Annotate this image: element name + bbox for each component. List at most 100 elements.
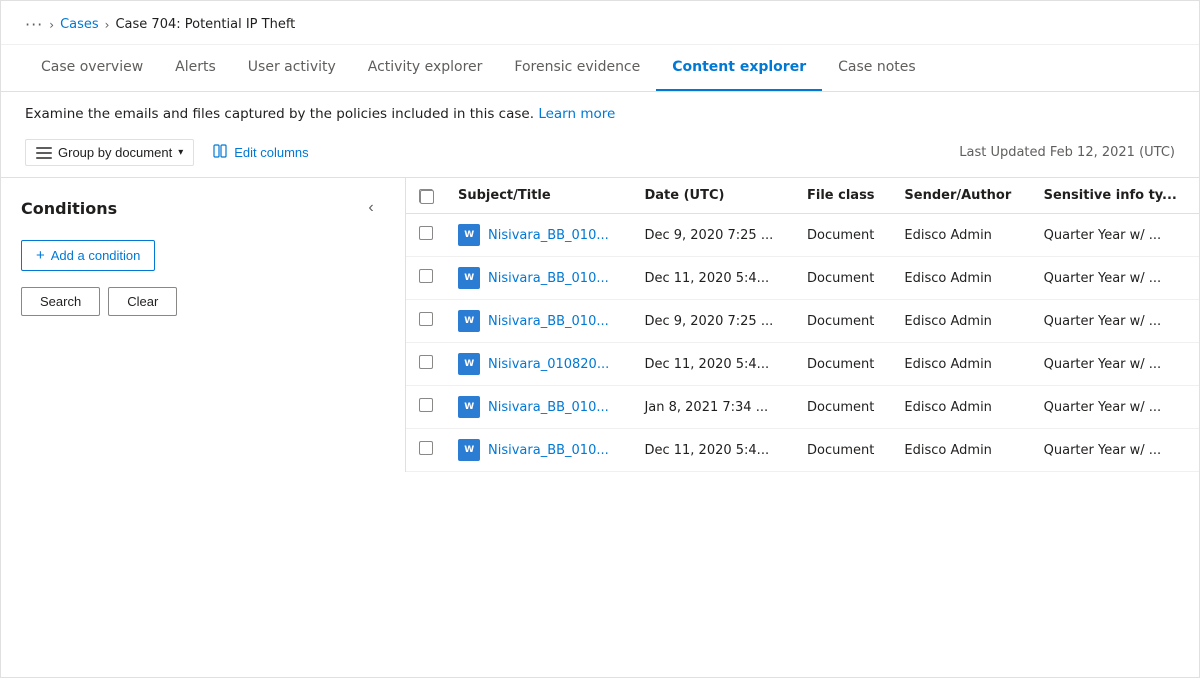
tab-user-activity[interactable]: User activity — [232, 45, 352, 91]
nav-tabs: Case overview Alerts User activity Activ… — [1, 45, 1199, 92]
subject-title[interactable]: Nisivara_010820... — [488, 357, 609, 372]
add-condition-button[interactable]: + Add a condition — [21, 240, 155, 271]
th-sensitive: Sensitive info ty... — [1032, 178, 1199, 214]
row-date: Dec 11, 2020 5:4... — [632, 429, 795, 472]
plus-icon: + — [36, 247, 45, 264]
description-text: Examine the emails and files captured by… — [25, 106, 534, 122]
th-subject: Subject/Title — [446, 178, 632, 214]
condition-buttons: Search Clear — [21, 287, 385, 316]
search-button[interactable]: Search — [21, 287, 100, 316]
th-checkbox[interactable] — [406, 178, 446, 214]
table-header-row: Subject/Title Date (UTC) File class Send… — [406, 178, 1199, 214]
row-sensitive-type: Quarter Year w/ ... — [1032, 386, 1199, 429]
tab-content-explorer[interactable]: Content explorer — [656, 45, 822, 91]
row-sensitive-type: Quarter Year w/ ... — [1032, 343, 1199, 386]
table-row[interactable]: W Nisivara_BB_010... Dec 9, 2020 7:25 ..… — [406, 300, 1199, 343]
table-row[interactable]: W Nisivara_BB_010... Dec 11, 2020 5:4...… — [406, 257, 1199, 300]
row-date: Dec 9, 2020 7:25 ... — [632, 300, 795, 343]
add-condition-label: Add a condition — [51, 248, 141, 263]
th-file-class: File class — [795, 178, 892, 214]
toolbar-left: Group by document ▾ Edit columns — [25, 138, 315, 167]
toolbar: Group by document ▾ Edit columns Last Up… — [1, 132, 1199, 177]
word-file-icon: W — [458, 224, 480, 246]
breadcrumb-current: Case 704: Potential IP Theft — [115, 17, 295, 32]
row-date: Dec 11, 2020 5:4... — [632, 343, 795, 386]
row-subject[interactable]: W Nisivara_BB_010... — [446, 429, 632, 472]
edit-columns-label: Edit columns — [234, 145, 308, 160]
row-file-class: Document — [795, 429, 892, 472]
tab-forensic-evidence[interactable]: Forensic evidence — [498, 45, 656, 91]
conditions-collapse-button[interactable]: ‹ — [357, 194, 385, 222]
row-sender: Edisco Admin — [892, 429, 1031, 472]
tab-case-notes[interactable]: Case notes — [822, 45, 932, 91]
row-sender: Edisco Admin — [892, 386, 1031, 429]
word-file-icon: W — [458, 439, 480, 461]
subject-title[interactable]: Nisivara_BB_010... — [488, 443, 609, 458]
description-bar: Examine the emails and files captured by… — [1, 92, 1199, 132]
th-date: Date (UTC) — [632, 178, 795, 214]
tab-alerts[interactable]: Alerts — [159, 45, 232, 91]
row-sensitive-type: Quarter Year w/ ... — [1032, 429, 1199, 472]
page-wrapper: ··· › Cases › Case 704: Potential IP The… — [0, 0, 1200, 678]
th-sender: Sender/Author — [892, 178, 1031, 214]
table-row[interactable]: W Nisivara_BB_010... Jan 8, 2021 7:34 ..… — [406, 386, 1199, 429]
conditions-panel: Conditions ‹ + Add a condition Search Cl… — [1, 178, 406, 472]
clear-button[interactable]: Clear — [108, 287, 177, 316]
conditions-header: Conditions ‹ — [21, 194, 385, 222]
breadcrumb-chevron-2: › — [105, 18, 110, 32]
learn-more-link[interactable]: Learn more — [538, 106, 615, 122]
word-file-icon: W — [458, 267, 480, 289]
row-date: Dec 11, 2020 5:4... — [632, 257, 795, 300]
edit-columns-button[interactable]: Edit columns — [206, 138, 314, 167]
subject-title[interactable]: Nisivara_BB_010... — [488, 400, 609, 415]
row-checkbox-cell[interactable] — [406, 343, 446, 386]
row-checkbox-cell[interactable] — [406, 214, 446, 257]
row-sender: Edisco Admin — [892, 300, 1031, 343]
conditions-title: Conditions — [21, 199, 117, 218]
row-subject[interactable]: W Nisivara_BB_010... — [446, 386, 632, 429]
row-checkbox-cell[interactable] — [406, 386, 446, 429]
word-file-icon: W — [458, 353, 480, 375]
list-icon — [36, 146, 52, 160]
table-body: W Nisivara_BB_010... Dec 9, 2020 7:25 ..… — [406, 214, 1199, 472]
chevron-down-icon: ▾ — [178, 147, 183, 158]
row-checkbox-cell[interactable] — [406, 257, 446, 300]
header-checkbox[interactable] — [419, 189, 433, 203]
row-file-class: Document — [795, 386, 892, 429]
tab-activity-explorer[interactable]: Activity explorer — [352, 45, 499, 91]
row-subject[interactable]: W Nisivara_BB_010... — [446, 300, 632, 343]
row-sender: Edisco Admin — [892, 343, 1031, 386]
row-sensitive-type: Quarter Year w/ ... — [1032, 257, 1199, 300]
data-table: Subject/Title Date (UTC) File class Send… — [406, 178, 1199, 472]
word-file-icon: W — [458, 396, 480, 418]
row-sender: Edisco Admin — [892, 257, 1031, 300]
row-subject[interactable]: W Nisivara_BB_010... — [446, 214, 632, 257]
row-date: Jan 8, 2021 7:34 ... — [632, 386, 795, 429]
table-area: Subject/Title Date (UTC) File class Send… — [406, 178, 1199, 472]
edit-columns-icon — [212, 143, 228, 162]
table-row[interactable]: W Nisivara_BB_010... Dec 11, 2020 5:4...… — [406, 429, 1199, 472]
row-file-class: Document — [795, 257, 892, 300]
row-date: Dec 9, 2020 7:25 ... — [632, 214, 795, 257]
row-file-class: Document — [795, 214, 892, 257]
tab-case-overview[interactable]: Case overview — [25, 45, 159, 91]
table-row[interactable]: W Nisivara_010820... Dec 11, 2020 5:4...… — [406, 343, 1199, 386]
last-updated: Last Updated Feb 12, 2021 (UTC) — [959, 145, 1175, 160]
word-file-icon: W — [458, 310, 480, 332]
row-checkbox-cell[interactable] — [406, 429, 446, 472]
row-subject[interactable]: W Nisivara_BB_010... — [446, 257, 632, 300]
row-checkbox-cell[interactable] — [406, 300, 446, 343]
subject-title[interactable]: Nisivara_BB_010... — [488, 271, 609, 286]
breadcrumb: ··· › Cases › Case 704: Potential IP The… — [1, 1, 1199, 45]
group-by-document-button[interactable]: Group by document ▾ — [25, 139, 194, 166]
group-by-label: Group by document — [58, 145, 172, 160]
breadcrumb-chevron-1: › — [49, 18, 54, 32]
row-subject[interactable]: W Nisivara_010820... — [446, 343, 632, 386]
subject-title[interactable]: Nisivara_BB_010... — [488, 314, 609, 329]
row-sensitive-type: Quarter Year w/ ... — [1032, 300, 1199, 343]
collapse-icon: ‹ — [368, 199, 373, 217]
breadcrumb-cases-link[interactable]: Cases — [60, 17, 99, 32]
table-row[interactable]: W Nisivara_BB_010... Dec 9, 2020 7:25 ..… — [406, 214, 1199, 257]
breadcrumb-dots[interactable]: ··· — [25, 15, 43, 34]
subject-title[interactable]: Nisivara_BB_010... — [488, 228, 609, 243]
